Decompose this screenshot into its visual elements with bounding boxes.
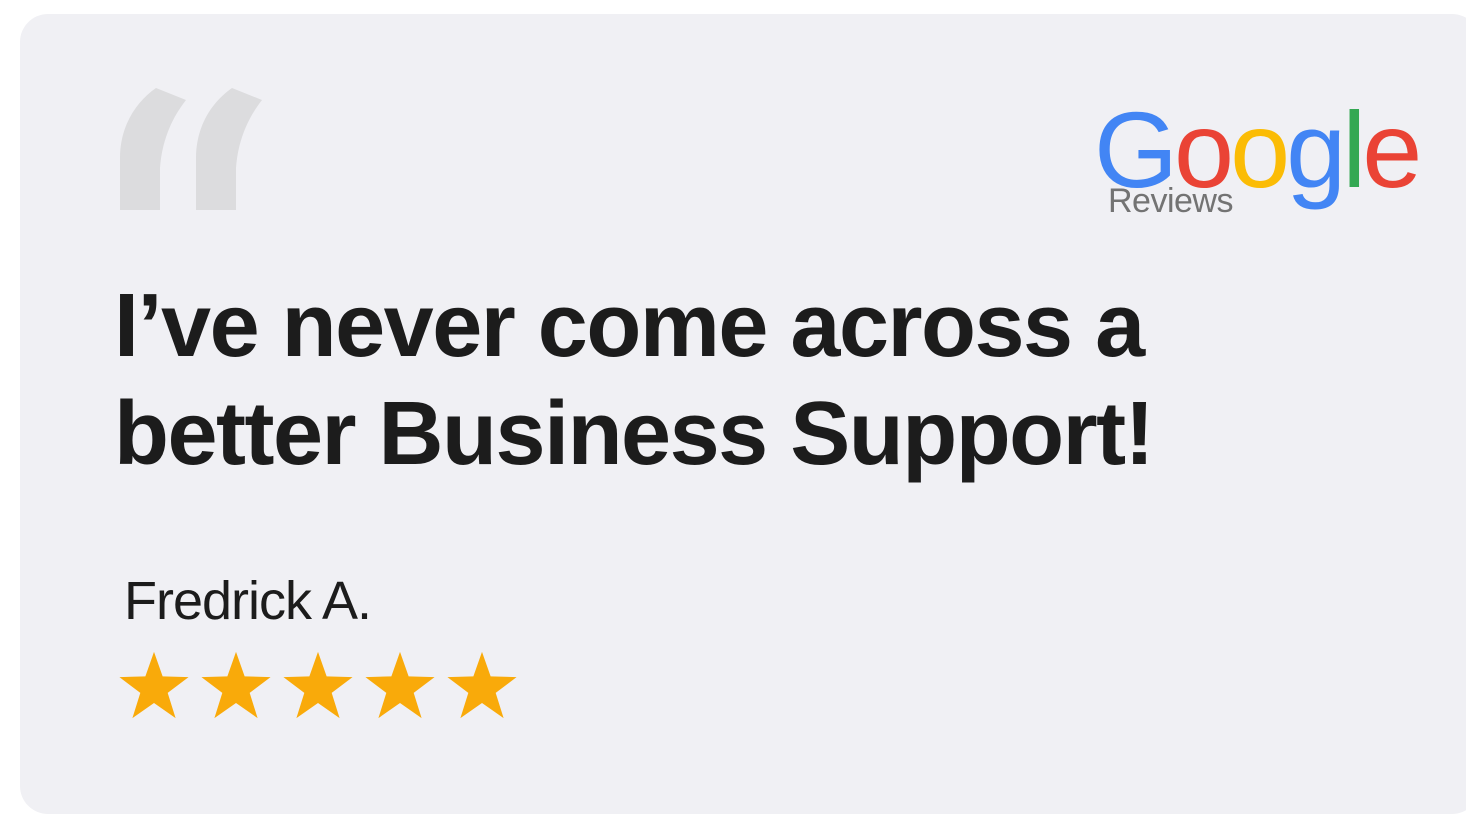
star-icon xyxy=(283,651,353,719)
star-icon xyxy=(201,651,271,719)
review-text-line-2: better Business Support! xyxy=(114,384,1155,484)
quote-icon xyxy=(120,88,262,210)
google-letter-o2: o xyxy=(1230,89,1290,210)
star-icon xyxy=(365,651,435,719)
google-letter-g2: g xyxy=(1286,89,1346,210)
review-card: Google Reviews I’ve never come across a … xyxy=(20,14,1466,814)
star-rating xyxy=(118,650,528,720)
review-text-line-1: I’ve never come across a xyxy=(114,276,1145,376)
reviewer-name: Fredrick A. xyxy=(124,571,372,631)
reviews-label: Reviews xyxy=(1108,182,1233,220)
google-reviews-logo: Google Reviews xyxy=(1094,89,1422,226)
star-icon xyxy=(119,651,189,719)
google-letter-e: e xyxy=(1362,89,1422,210)
google-letter-l: l xyxy=(1342,89,1366,210)
star-icon xyxy=(447,651,517,719)
review-text: I’ve never come across a better Business… xyxy=(114,272,1314,488)
